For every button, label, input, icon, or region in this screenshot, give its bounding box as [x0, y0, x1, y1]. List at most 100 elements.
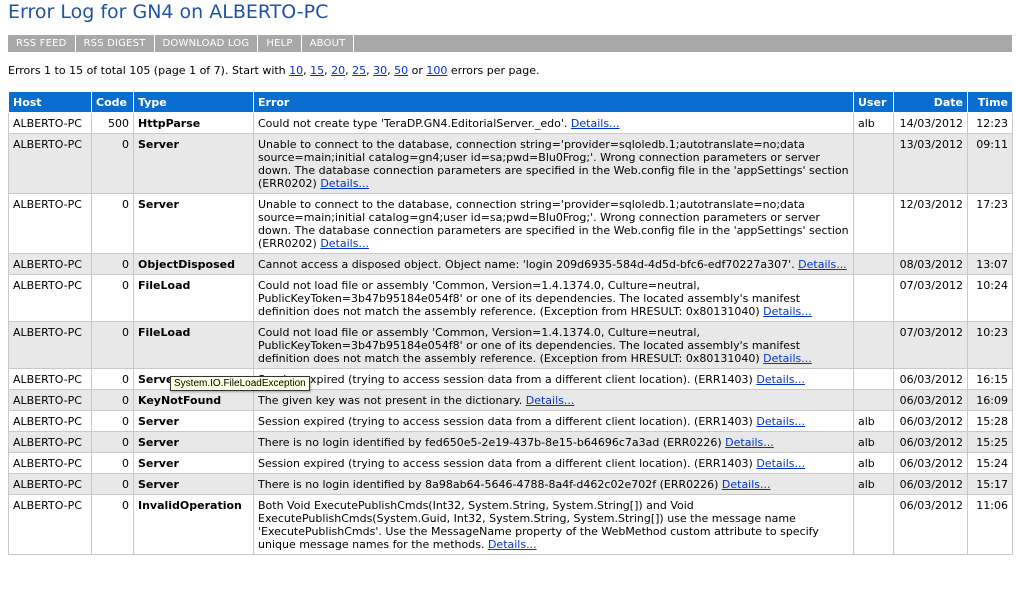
error-message-cell: Could not load file or assembly 'Common,… — [253, 274, 854, 322]
time-cell: 15:25 — [967, 431, 1013, 453]
error-message-cell: Cannot access a disposed object. Object … — [253, 253, 854, 275]
details-link[interactable]: Details... — [798, 258, 847, 271]
page-size-link-30[interactable]: 30 — [373, 64, 387, 77]
details-link[interactable]: Details... — [722, 478, 771, 491]
details-link[interactable]: Details... — [763, 352, 812, 365]
error-message-cell: Could not load file or assembly 'Common,… — [253, 321, 854, 369]
date-cell: 06/03/2012 — [893, 389, 968, 411]
page-size-link-50[interactable]: 50 — [394, 64, 408, 77]
user-cell — [853, 368, 894, 390]
time-cell: 11:06 — [967, 494, 1013, 555]
type-cell: ObjectDisposed — [133, 253, 254, 275]
date-cell: 06/03/2012 — [893, 431, 968, 453]
date-cell: 06/03/2012 — [893, 452, 968, 474]
time-cell: 15:17 — [967, 473, 1013, 495]
page-size-link-20[interactable]: 20 — [331, 64, 345, 77]
date-cell: 07/03/2012 — [893, 321, 968, 369]
error-message-cell: Unable to connect to the database, conne… — [253, 193, 854, 254]
table-row: ALBERTO-PC 0 Server Session expired (trying… — [8, 410, 1013, 432]
page-size-link-100[interactable]: 100 — [426, 64, 447, 77]
details-link[interactable]: Details... — [320, 237, 369, 250]
table-row: ALBERTO-PC 0 KeyNotFound The given key was … — [8, 389, 1013, 411]
user-cell — [853, 193, 894, 254]
table-row: ALBERTO-PC 0 ObjectDisposed Cannot access a… — [8, 253, 1013, 275]
summary-prefix: Errors 1 to 15 of total 105 (page 1 of 7… — [8, 64, 290, 77]
error-message-cell: Session expired (trying to access sessio… — [253, 410, 854, 432]
date-cell: 06/03/2012 — [893, 494, 968, 555]
date-cell: 06/03/2012 — [893, 410, 968, 432]
table-row: ALBERTO-PC 0 Server There is no login ident… — [8, 431, 1013, 453]
type-tooltip: System.IO.FileLoadException — [170, 376, 310, 391]
code-cell: 0 — [91, 193, 134, 254]
error-message: The given key was not present in the dic… — [258, 394, 523, 407]
code-cell: 0 — [91, 452, 134, 474]
page-summary: Errors 1 to 15 of total 105 (page 1 of 7… — [8, 64, 540, 77]
type-cell: Server — [133, 452, 254, 474]
details-link[interactable]: Details... — [488, 538, 537, 551]
date-cell: 06/03/2012 — [893, 473, 968, 495]
user-cell — [853, 133, 894, 194]
table-row: ALBERTO-PC 0 Server Unable to connect to th… — [8, 193, 1013, 254]
column-header-error[interactable]: Error — [253, 91, 854, 113]
table-row: ALBERTO-PC 0 FileLoad Could not load file o… — [8, 274, 1013, 322]
details-link[interactable]: Details... — [756, 415, 805, 428]
table-row: ALBERTO-PC 0 Server Unable to connect to th… — [8, 133, 1013, 194]
error-message-cell: Could not create type 'TeraDP.GN4.Editor… — [253, 112, 854, 134]
error-message: Could not load file or assembly 'Common,… — [258, 326, 801, 365]
page-size-link-15[interactable]: 15 — [310, 64, 324, 77]
type-cell: KeyNotFound — [133, 389, 254, 411]
time-cell: 15:28 — [967, 410, 1013, 432]
error-message: Could not create type 'TeraDP.GN4.Editor… — [258, 117, 568, 130]
error-message: Session expired (trying to access sessio… — [258, 457, 753, 470]
host-cell: ALBERTO-PC — [8, 253, 92, 275]
column-header-time[interactable]: Time — [967, 91, 1013, 113]
details-link[interactable]: Details... — [756, 373, 805, 386]
time-cell: 15:24 — [967, 452, 1013, 474]
error-message-cell: Unable to connect to the database, conne… — [253, 133, 854, 194]
menu-about[interactable]: ABOUT — [302, 35, 355, 52]
error-message-cell: Session expired (trying to access sessio… — [253, 368, 854, 390]
code-cell: 0 — [91, 133, 134, 194]
code-cell: 0 — [91, 494, 134, 555]
host-cell: ALBERTO-PC — [8, 321, 92, 369]
host-cell: ALBERTO-PC — [8, 133, 92, 194]
page-size-link-25[interactable]: 25 — [352, 64, 366, 77]
table-row: ALBERTO-PC 0 Server Session expired (trying… — [8, 452, 1013, 474]
host-cell: ALBERTO-PC — [8, 473, 92, 495]
column-header-user[interactable]: User — [853, 91, 894, 113]
details-link[interactable]: Details... — [725, 436, 774, 449]
details-link[interactable]: Details... — [763, 305, 812, 318]
menu-rss-feed[interactable]: RSS FEED — [8, 35, 76, 52]
table-row: ALBERTO-PC 0 Server Session expired (trying… — [8, 368, 1013, 390]
menu-help[interactable]: HELP — [258, 35, 302, 52]
table-row: ALBERTO-PC 500 HttpParse Could not create t… — [8, 112, 1013, 134]
table-header-row: Host Code Type Error User Date Time — [8, 91, 1013, 113]
error-log-page: Error Log for GN4 on ALBERTO-PC RSS FEED… — [0, 0, 1016, 598]
host-cell: ALBERTO-PC — [8, 112, 92, 134]
column-header-host[interactable]: Host — [8, 91, 92, 113]
host-cell: ALBERTO-PC — [8, 368, 92, 390]
menu-rss-digest[interactable]: RSS DIGEST — [76, 35, 155, 52]
menu-download-log[interactable]: DOWNLOAD LOG — [155, 35, 259, 52]
error-message: Cannot access a disposed object. Object … — [258, 258, 795, 271]
column-header-date[interactable]: Date — [893, 91, 968, 113]
details-link[interactable]: Details... — [526, 394, 575, 407]
error-message: Session expired (trying to access sessio… — [258, 373, 753, 386]
column-header-code[interactable]: Code — [91, 91, 134, 113]
details-link[interactable]: Details... — [756, 457, 805, 470]
type-cell: FileLoad — [133, 274, 254, 322]
code-cell: 0 — [91, 389, 134, 411]
details-link[interactable]: Details... — [571, 117, 620, 130]
date-cell: 12/03/2012 — [893, 193, 968, 254]
host-cell: ALBERTO-PC — [8, 274, 92, 322]
host-cell: ALBERTO-PC — [8, 193, 92, 254]
code-cell: 0 — [91, 368, 134, 390]
host-cell: ALBERTO-PC — [8, 452, 92, 474]
table-row: ALBERTO-PC 0 Server There is no login ident… — [8, 473, 1013, 495]
details-link[interactable]: Details... — [320, 177, 369, 190]
page-size-link-10[interactable]: 10 — [289, 64, 303, 77]
error-message: Both Void ExecutePublishCmds(Int32, Syst… — [258, 499, 819, 551]
column-header-type[interactable]: Type — [133, 91, 254, 113]
user-cell — [853, 321, 894, 369]
error-message: Could not load file or assembly 'Common,… — [258, 279, 801, 318]
